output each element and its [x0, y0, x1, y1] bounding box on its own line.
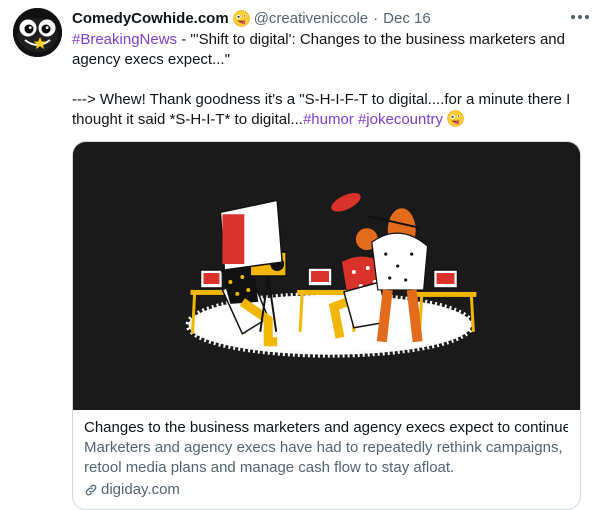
- avatar-image: [13, 8, 62, 57]
- avatar[interactable]: [13, 8, 62, 57]
- hashtag-humor[interactable]: #humor: [303, 111, 354, 128]
- tweet-date[interactable]: Dec 16: [383, 10, 431, 27]
- tweet[interactable]: ComedyCowhide.com @creativeniccole · Dec…: [0, 0, 600, 510]
- card-image: [73, 142, 580, 410]
- tweet-paragraph-1: #BreakingNews - "'Shift to digital': Cha…: [72, 30, 584, 70]
- card-description: Marketers and agency execs have had to r…: [84, 439, 563, 476]
- card-domain: digiday.com: [84, 480, 568, 500]
- separator-dot: ·: [373, 9, 379, 27]
- card-domain-text[interactable]: digiday.com: [101, 480, 180, 500]
- user-handle[interactable]: @creativeniccole: [254, 10, 368, 27]
- card-body: Changes to the business marketers and ag…: [73, 410, 580, 500]
- hashtag-breakingnews[interactable]: #BreakingNews: [72, 31, 177, 48]
- more-dots-icon[interactable]: [569, 10, 591, 24]
- link-preview-card[interactable]: Changes to the business marketers and ag…: [72, 141, 581, 510]
- link-icon: [85, 484, 97, 496]
- card-title: Changes to the business marketers and ag…: [84, 419, 568, 436]
- tweet-paragraph-2: ---> Whew! Thank goodness it's a "S-H-I-…: [72, 90, 584, 130]
- hashtag-jokecountry[interactable]: #jokecountry: [358, 111, 443, 128]
- tweet-text: #BreakingNews - "'Shift to digital': Cha…: [72, 30, 584, 130]
- tweet-content: ComedyCowhide.com @creativeniccole · Dec…: [72, 8, 590, 510]
- tweet-header: ComedyCowhide.com @creativeniccole · Dec…: [72, 8, 584, 28]
- zany-face-emoji-icon: [232, 9, 250, 27]
- display-name[interactable]: ComedyCowhide.com: [72, 10, 229, 27]
- zany-face-emoji-icon: [447, 110, 464, 127]
